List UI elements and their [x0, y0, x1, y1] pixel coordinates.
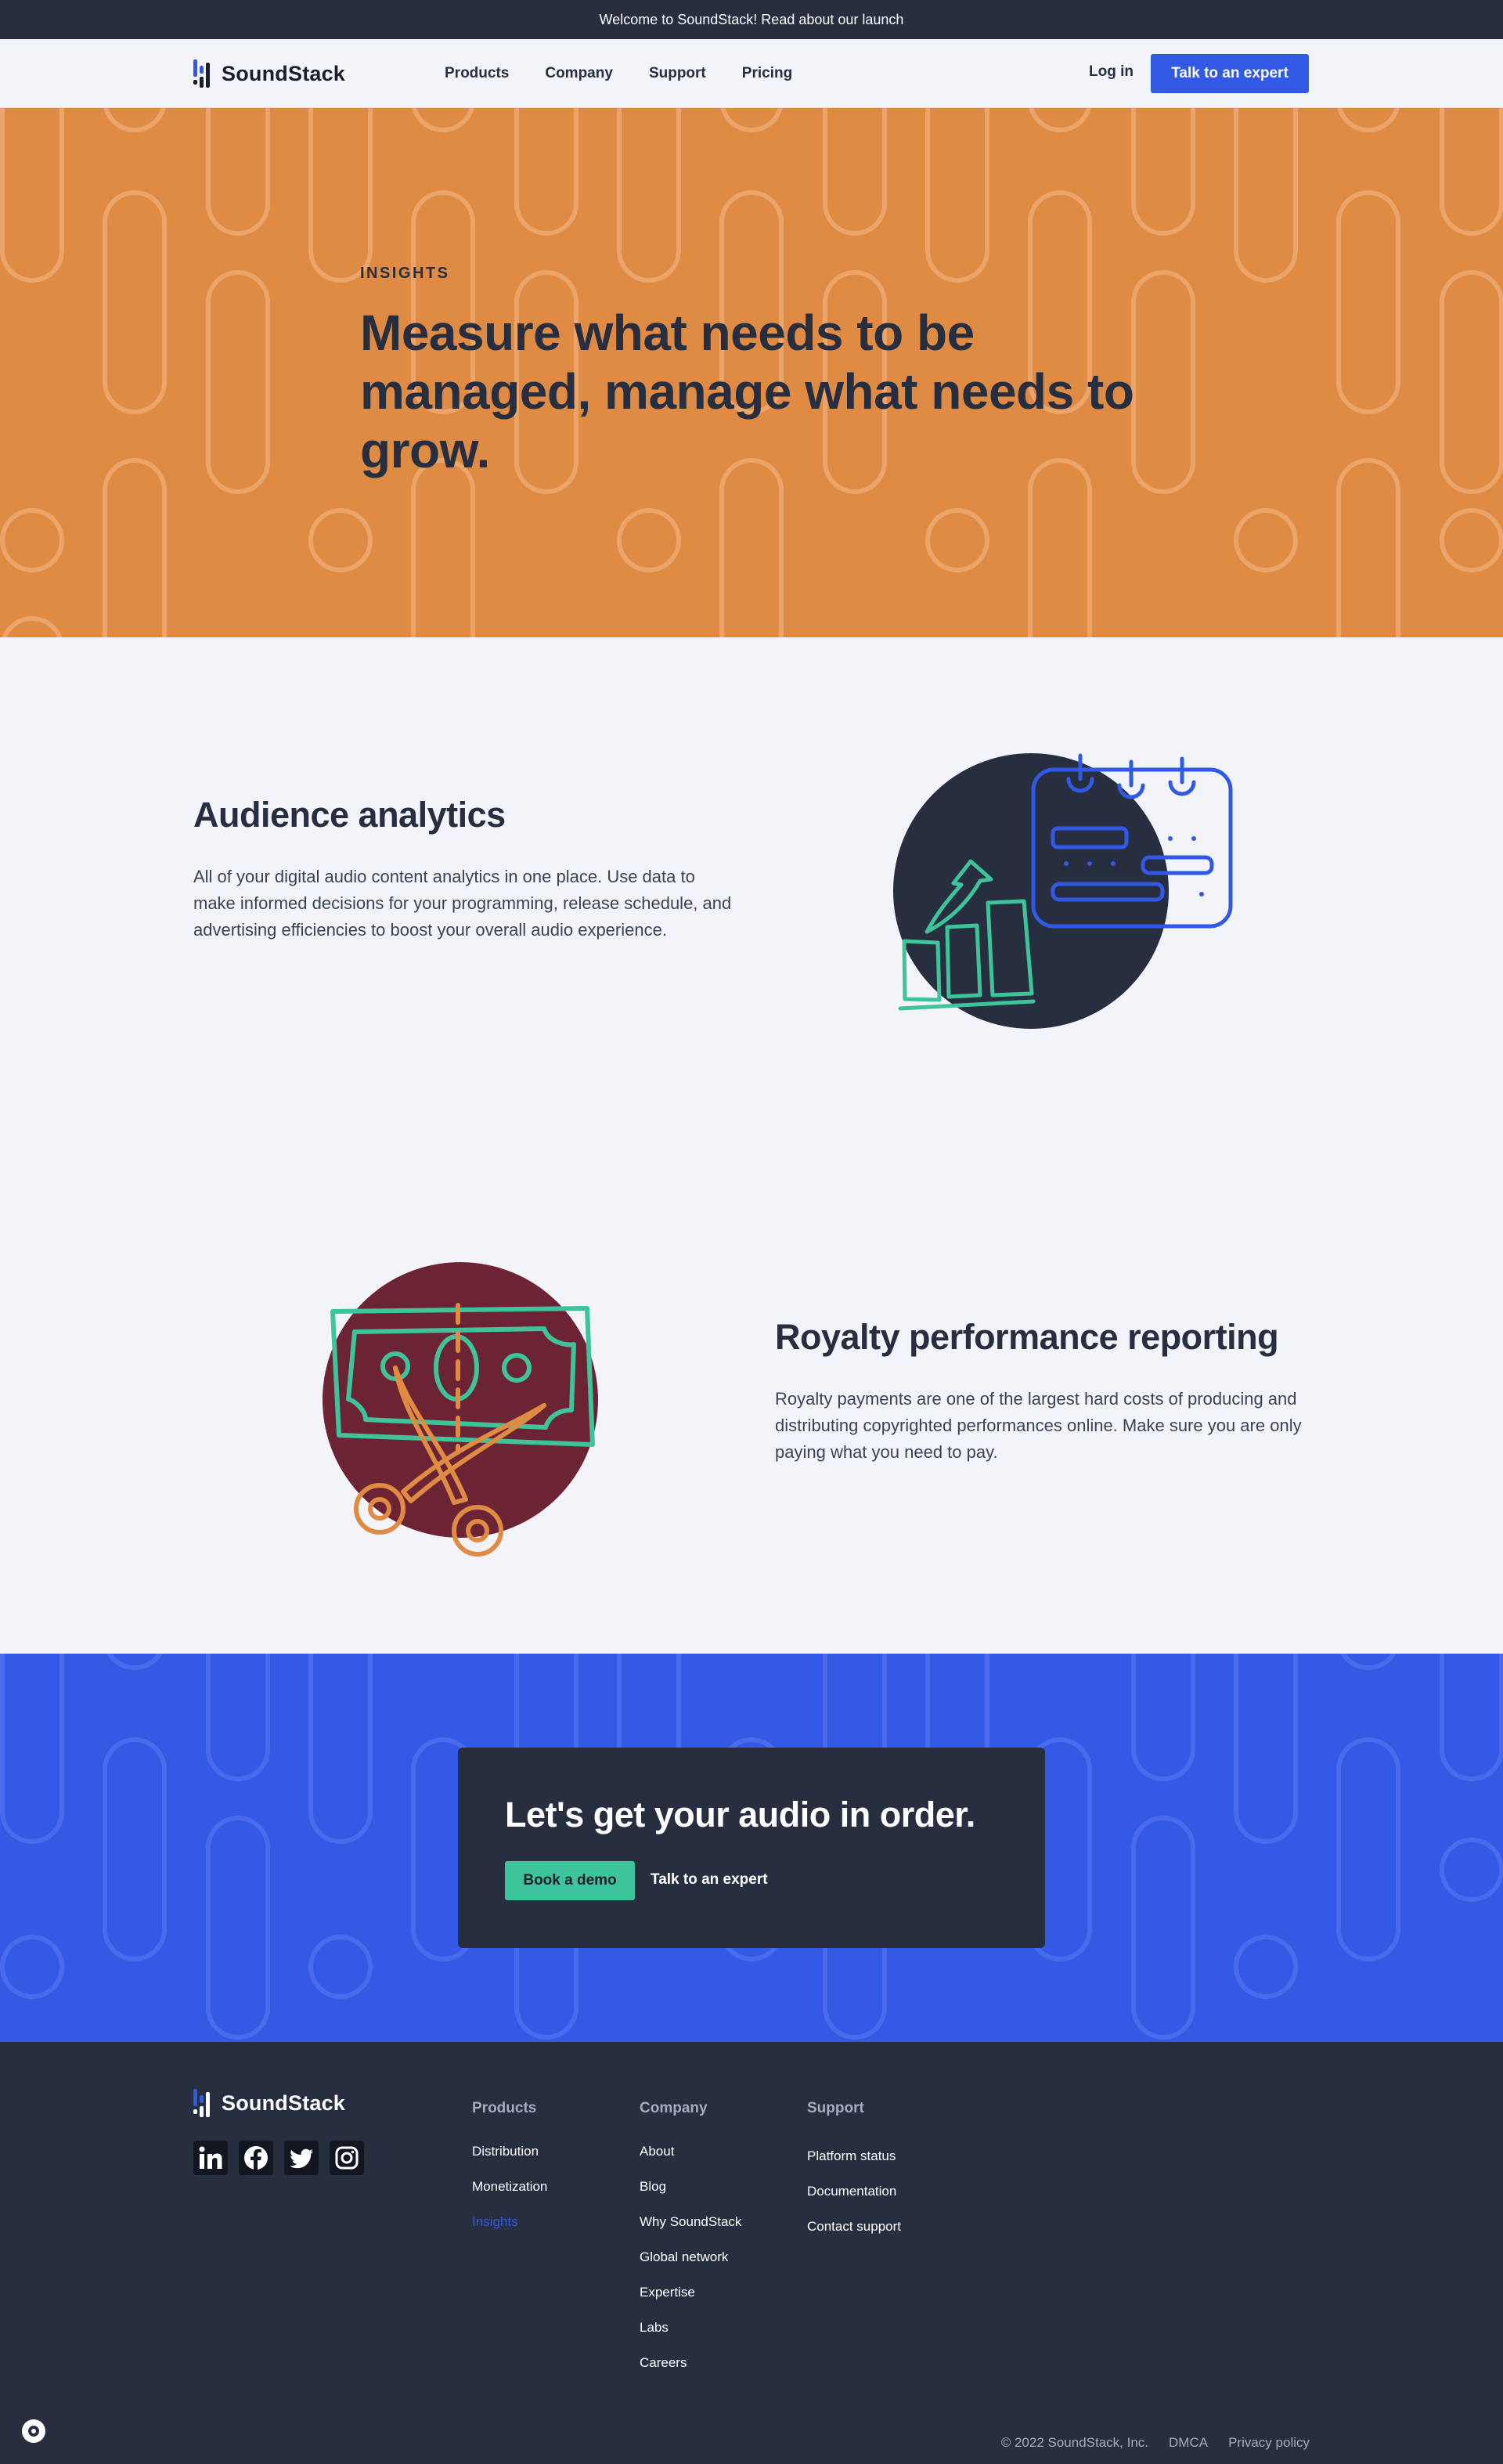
cta-card: Let's get your audio in order. Book a de… — [458, 1748, 1045, 1948]
social-links — [193, 2141, 364, 2175]
book-demo-button[interactable]: Book a demo — [505, 1861, 635, 1900]
cta-talk-to-expert-link[interactable]: Talk to an expert — [651, 1871, 768, 1889]
footer-link-blog[interactable]: Blog — [640, 2179, 741, 2214]
announcement-banner[interactable]: Welcome to SoundStack! Read about our la… — [0, 0, 1503, 39]
footer-brand-name: SoundStack — [222, 2091, 346, 2115]
feature-title-audience-analytics: Audience analytics — [193, 795, 506, 835]
nav-pricing[interactable]: Pricing — [742, 65, 792, 82]
footer-legal: © 2022 SoundStack, Inc. DMCA Privacy pol… — [1001, 2435, 1310, 2451]
talk-to-expert-button[interactable]: Talk to an expert — [1151, 54, 1309, 93]
top-nav: SoundStack Products Company Support Pric… — [0, 39, 1503, 108]
cta-title: Let's get your audio in order. — [505, 1795, 975, 1834]
facebook-icon[interactable] — [239, 2141, 273, 2175]
brand-name: SoundStack — [222, 61, 346, 85]
cta-section: Let's get your audio in order. Book a de… — [0, 1654, 1503, 2042]
footer-link-careers[interactable]: Careers — [640, 2355, 741, 2390]
footer-link-platform-status[interactable]: Platform status — [807, 2148, 901, 2184]
footer-heading-company: Company — [640, 2100, 708, 2116]
footer: SoundStack Products Distribution Monetiz… — [0, 2042, 1503, 2464]
nav-support[interactable]: Support — [649, 65, 706, 82]
footer-link-contact-support[interactable]: Contact support — [807, 2219, 901, 2254]
support-chat-widget-icon[interactable] — [22, 2419, 45, 2443]
login-link[interactable]: Log in — [1089, 63, 1134, 81]
feature-title-royalty-reporting: Royalty performance reporting — [775, 1317, 1279, 1357]
footer-link-monetization[interactable]: Monetization — [472, 2179, 547, 2214]
privacy-policy-link[interactable]: Privacy policy — [1228, 2435, 1310, 2451]
footer-link-distribution[interactable]: Distribution — [472, 2144, 547, 2179]
footer-link-labs[interactable]: Labs — [640, 2320, 741, 2355]
footer-link-expertise[interactable]: Expertise — [640, 2285, 741, 2320]
nav-products[interactable]: Products — [445, 65, 509, 82]
logo-mark-icon — [193, 2089, 211, 2117]
footer-logo[interactable]: SoundStack — [193, 2089, 345, 2117]
logo-mark-icon — [193, 60, 211, 88]
copyright-text: © 2022 SoundStack, Inc. — [1000, 2435, 1149, 2450]
brand-logo[interactable]: SoundStack — [193, 58, 345, 89]
footer-link-documentation[interactable]: Documentation — [807, 2184, 901, 2219]
footer-link-why-soundstack[interactable]: Why SoundStack — [640, 2214, 741, 2249]
footer-link-insights[interactable]: Insights — [472, 2214, 547, 2249]
twitter-icon[interactable] — [284, 2141, 319, 2175]
footer-link-about[interactable]: About — [640, 2144, 741, 2179]
footer-column-products: Products Distribution Monetization Insig… — [472, 2100, 547, 2249]
nav-links: Products Company Support Pricing — [445, 39, 792, 108]
linkedin-icon[interactable] — [193, 2141, 228, 2175]
footer-link-global-network[interactable]: Global network — [640, 2249, 741, 2285]
footer-heading-support: Support — [807, 2100, 864, 2116]
nav-company[interactable]: Company — [545, 65, 613, 82]
scissors-cutting-money-illustration — [323, 1262, 598, 1557]
feature-body-royalty-reporting: Royalty payments are one of the largest … — [775, 1389, 1302, 1462]
footer-column-company: Company About Blog Why SoundStack Global… — [640, 2100, 741, 2390]
footer-heading-products: Products — [472, 2100, 537, 2116]
instagram-icon[interactable] — [330, 2141, 364, 2175]
hero-eyebrow: INSIGHTS — [360, 265, 450, 282]
dmca-link[interactable]: DMCA — [1169, 2435, 1208, 2451]
feature-body-audience-analytics: All of your digital audio content analyt… — [193, 867, 732, 940]
analytics-calendar-chart-illustration — [893, 753, 1233, 1029]
footer-column-support: Support Platform status Documentation Co… — [807, 2100, 901, 2254]
hero-title: Measure what needs to be managed, manage… — [360, 305, 1134, 478]
hero-section: INSIGHTS Measure what needs to be manage… — [0, 108, 1503, 637]
